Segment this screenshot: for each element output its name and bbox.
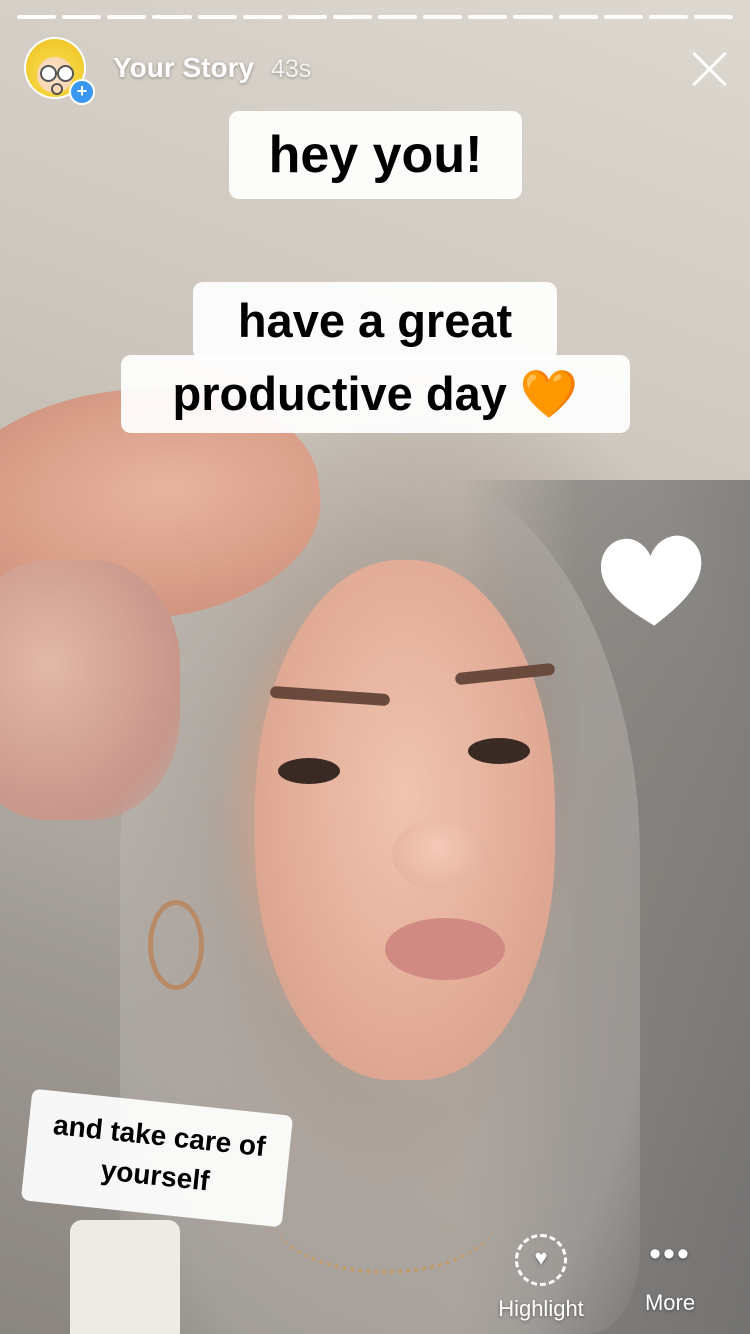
text-sticker-hey-you[interactable]: hey you! [229,111,522,199]
more-dots-icon: ••• [649,1235,691,1273]
progress-segment [603,15,643,19]
progress-segment [423,15,463,19]
photo-necklace [270,1150,500,1274]
heart-circle-icon: ♥ [515,1234,567,1286]
orange-heart-emoji: 🧡 [519,367,579,420]
progress-segment [378,15,418,19]
photo-shirt [70,1220,180,1334]
progress-segment [558,15,598,19]
progress-segment [332,15,372,19]
photo-earring [148,900,204,990]
photo-eye-left [278,758,340,784]
highlight-label: Highlight [498,1296,584,1321]
avatar-mouth [51,83,63,95]
more-button[interactable]: ••• More [630,1230,710,1316]
story-timestamp: 43s [271,55,312,83]
progress-segment [152,15,192,19]
progress-segment [693,15,733,19]
photo-hand-lower [0,560,180,820]
heart-sticker-icon[interactable] [594,529,711,633]
progress-segment [242,15,282,19]
progress-segment [197,15,237,19]
progress-segment [62,15,102,19]
story-title[interactable]: Your Story [113,52,254,84]
progress-segment [513,15,553,19]
sticker-text: productive day [172,367,507,420]
avatar-eye-right [57,65,74,82]
story-viewer: + Your Story 43s hey you! have a great p… [0,0,750,1334]
avatar-eye-left [40,65,57,82]
avatar[interactable]: + [24,37,95,105]
close-icon[interactable] [690,48,730,88]
progress-segment [648,15,688,19]
text-sticker-line-a[interactable]: have a great [193,282,557,360]
highlight-button[interactable]: ♥ Highlight [484,1230,598,1322]
progress-segment [287,15,327,19]
progress-segment [468,15,508,19]
progress-segment [107,15,147,19]
photo-nose [392,820,482,890]
more-label: More [644,1290,696,1315]
plus-icon[interactable]: + [69,79,95,105]
progress-segment [17,15,57,19]
photo-eye-right [468,738,530,764]
text-sticker-line-b[interactable]: productive day 🧡 [121,355,630,433]
photo-lips [385,918,505,980]
story-progress-bar [17,15,733,19]
photo-face [255,560,555,1080]
